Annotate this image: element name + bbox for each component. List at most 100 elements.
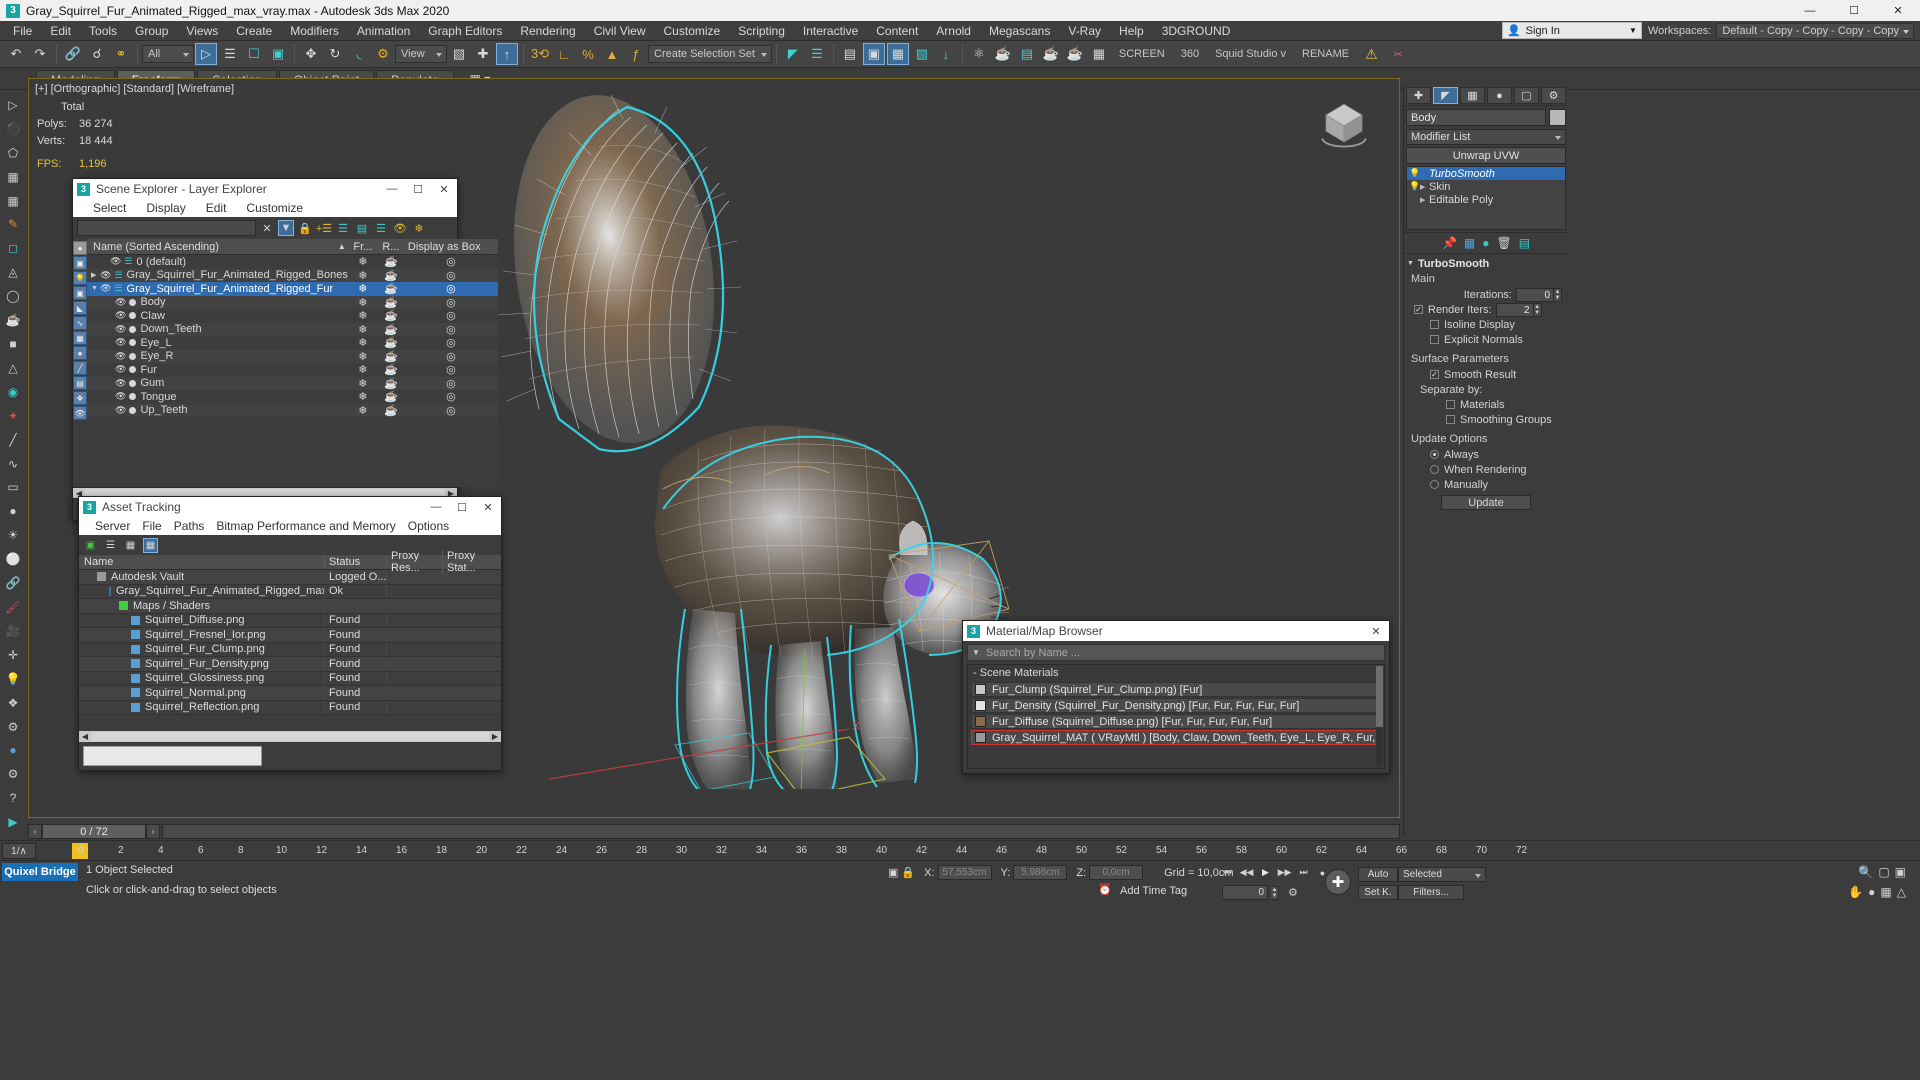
quixel-bridge-button[interactable]: Quixel Bridge xyxy=(2,863,78,881)
object-name-input[interactable]: Body xyxy=(1406,109,1546,126)
list-item[interactable]: Fur_Clump (Squirrel_Fur_Clump.png) [Fur] xyxy=(971,682,1381,697)
row-name-cell[interactable]: ▶ 👁 ☰ Gray_Squirrel_Fur_Animated_Rigged_… xyxy=(87,269,348,281)
frozen-cell[interactable]: ❄ xyxy=(348,390,378,403)
group-collapse-icon[interactable]: - xyxy=(973,667,977,679)
render-cell[interactable]: ☕ xyxy=(378,350,404,363)
select-and-manipulate-icon[interactable]: ↑ xyxy=(496,43,518,65)
smooth-result-row[interactable]: ✓ Smooth Result xyxy=(1404,367,1568,382)
menu-item-tools[interactable]: Tools xyxy=(80,21,126,41)
frozen-cell[interactable]: ❄ xyxy=(348,350,378,363)
align-objects-icon[interactable]: ☰ xyxy=(806,43,828,65)
viewcube[interactable] xyxy=(1317,97,1371,151)
explicit-normals-checkbox[interactable] xyxy=(1430,335,1439,344)
se-menu-edit[interactable]: Edit xyxy=(196,201,237,215)
rendered-frame-window-icon[interactable]: ▤ xyxy=(1016,43,1038,65)
minimize-button[interactable]: — xyxy=(1788,0,1832,21)
lefttool-paint-icon[interactable]: ✎ xyxy=(2,214,24,236)
se-menu-select[interactable]: Select xyxy=(83,201,136,215)
bind-to-space-warp-icon[interactable]: ⚭ xyxy=(110,43,132,65)
scroll-left-icon[interactable]: ◀ xyxy=(79,732,91,741)
material-map-browser-window[interactable]: 3 Material/Map Browser ✕ ▼ Search by Nam… xyxy=(962,620,1390,774)
menu-item-modifiers[interactable]: Modifiers xyxy=(281,21,348,41)
filter-geometry-icon[interactable]: ▣ xyxy=(73,256,87,270)
rollout-expander-icon[interactable]: ▼ xyxy=(1407,260,1414,267)
zoom-all-icon[interactable]: ▢ xyxy=(1878,865,1889,879)
chevron-down-icon[interactable]: ▼ xyxy=(972,648,980,657)
at-name-cell[interactable]: Squirrel_Fur_Clump.png xyxy=(79,643,325,656)
reference-coordinate-system-combo[interactable]: View xyxy=(395,45,447,63)
tab-modify[interactable]: ◤ xyxy=(1433,87,1458,104)
layer-explorer-icon[interactable]: ▤ xyxy=(839,43,861,65)
filter-all-icon[interactable]: ● xyxy=(73,241,87,255)
viewport-label[interactable]: [+] [Orthographic] [Standard] [Wireframe… xyxy=(35,83,234,95)
visibility-eye-icon[interactable]: 👁 xyxy=(115,351,126,362)
material-list-scrollbar[interactable] xyxy=(1376,666,1383,767)
at-name-cell[interactable]: Squirrel_Fur_Density.png xyxy=(79,657,325,670)
tab-motion[interactable]: ● xyxy=(1487,87,1512,104)
track-bar-key-filter[interactable]: 1/∧ xyxy=(2,843,36,859)
expander-icon[interactable]: ▶ xyxy=(1420,183,1429,191)
freeze-layer-icon[interactable]: ❄ xyxy=(411,220,427,236)
lefttool-play-icon[interactable]: ▶ xyxy=(2,811,24,833)
display-as-box-cell[interactable]: ◎ xyxy=(404,350,498,363)
row-name-cell[interactable]: 👁 Eye_R xyxy=(87,350,348,362)
lefttool-sphere2-icon[interactable]: ● xyxy=(2,739,24,761)
display-as-box-cell[interactable]: ◎ xyxy=(404,309,498,322)
maximize-button[interactable]: ☐ xyxy=(1832,0,1876,21)
frozen-cell[interactable]: ❄ xyxy=(348,282,378,295)
filter-bones-icon[interactable]: ╱ xyxy=(73,361,87,375)
filter-icon[interactable]: ▼ xyxy=(278,220,294,236)
redo-icon[interactable]: ↷ xyxy=(29,43,51,65)
display-as-box-cell[interactable]: ◎ xyxy=(404,363,498,376)
row-name-cell[interactable]: 👁 Down_Teeth xyxy=(87,323,348,335)
list-item[interactable]: Fur_Diffuse (Squirrel_Diffuse.png) [Fur,… xyxy=(971,714,1381,729)
menu-item-create[interactable]: Create xyxy=(227,21,281,41)
visibility-eye-icon[interactable]: 👁 xyxy=(100,270,111,281)
workspace-selector[interactable]: Default - Copy - Copy - Copy - Copy xyxy=(1716,22,1914,39)
lefttool-sun-icon[interactable]: ☀ xyxy=(2,524,24,546)
column-header-display-as-box[interactable]: Display as Box xyxy=(404,241,498,253)
row-name-cell[interactable]: ▼ 👁 ☰ Gray_Squirrel_Fur_Animated_Rigged_… xyxy=(87,283,348,295)
zoom-icon[interactable]: 🔍 xyxy=(1858,865,1873,879)
render-cell[interactable]: ☕ xyxy=(378,404,404,417)
scene-explorer-search-input[interactable] xyxy=(77,220,256,236)
angle-snap-icon[interactable]: ∟ xyxy=(553,43,575,65)
percent-snap-icon[interactable]: % xyxy=(577,43,599,65)
render-cell[interactable]: ☕ xyxy=(378,269,404,282)
lefttool-triangle-icon[interactable]: △ xyxy=(2,357,24,379)
at-menu-options[interactable]: Options xyxy=(402,519,455,533)
scene-explorer-window[interactable]: 3 Scene Explorer - Layer Explorer — ☐ ✕ … xyxy=(72,178,498,521)
lefttool-link-icon[interactable]: 🔗 xyxy=(2,572,24,594)
row-name-cell[interactable]: 👁 Eye_L xyxy=(87,337,348,349)
visibility-eye-icon[interactable]: 👁 xyxy=(115,364,126,375)
render-cell[interactable]: ☕ xyxy=(378,336,404,349)
smoothing-groups-checkbox[interactable] xyxy=(1446,415,1455,424)
table-row[interactable]: 👁 Claw ❄ ☕ ◎ xyxy=(87,309,498,323)
object-color-swatch[interactable] xyxy=(1549,109,1566,126)
ab-compare-icon[interactable]: ▦ xyxy=(1088,43,1110,65)
next-frame-icon[interactable]: ▶▶ xyxy=(1277,865,1292,880)
modifier-list-dropdown[interactable]: Modifier List xyxy=(1406,129,1566,145)
lefttool-help-icon[interactable]: ? xyxy=(2,787,24,809)
transform-lock-icon[interactable]: ▣ xyxy=(888,866,898,879)
refresh-icon[interactable]: ▣ xyxy=(83,538,98,553)
table-row[interactable]: Squirrel_Normal.png Found xyxy=(79,686,501,701)
visibility-eye-icon[interactable]: 👁 xyxy=(115,391,126,402)
display-as-box-cell[interactable]: ◎ xyxy=(404,296,498,309)
visibility-eye-icon[interactable]: 👁 xyxy=(115,405,126,416)
menu-item-megascans[interactable]: Megascans xyxy=(980,21,1059,41)
time-config-icon[interactable]: ⚙ xyxy=(1288,886,1298,899)
select-by-name-icon[interactable]: ☰ xyxy=(219,43,241,65)
spinner-snap-icon[interactable]: ▲ xyxy=(601,43,623,65)
material-search-bar[interactable]: ▼ Search by Name ... xyxy=(967,644,1385,661)
unwrap-uvw-button[interactable]: Unwrap UVW xyxy=(1406,147,1566,164)
warning-icon[interactable]: ⚠ xyxy=(1357,46,1386,63)
table-row[interactable]: Squirrel_Glossiness.png Found xyxy=(79,671,501,686)
menu-item-animation[interactable]: Animation xyxy=(348,21,419,41)
render-iters-value[interactable]: 2 xyxy=(1495,302,1534,317)
close-button[interactable]: ✕ xyxy=(1876,0,1920,21)
menu-item-rendering[interactable]: Rendering xyxy=(511,21,584,41)
row-name-cell[interactable]: 👁 Tongue xyxy=(87,391,348,403)
sign-in-button[interactable]: 👤 Sign In ▼ xyxy=(1501,22,1642,39)
list-item[interactable]: Fur_Density (Squirrel_Fur_Density.png) [… xyxy=(971,698,1381,713)
